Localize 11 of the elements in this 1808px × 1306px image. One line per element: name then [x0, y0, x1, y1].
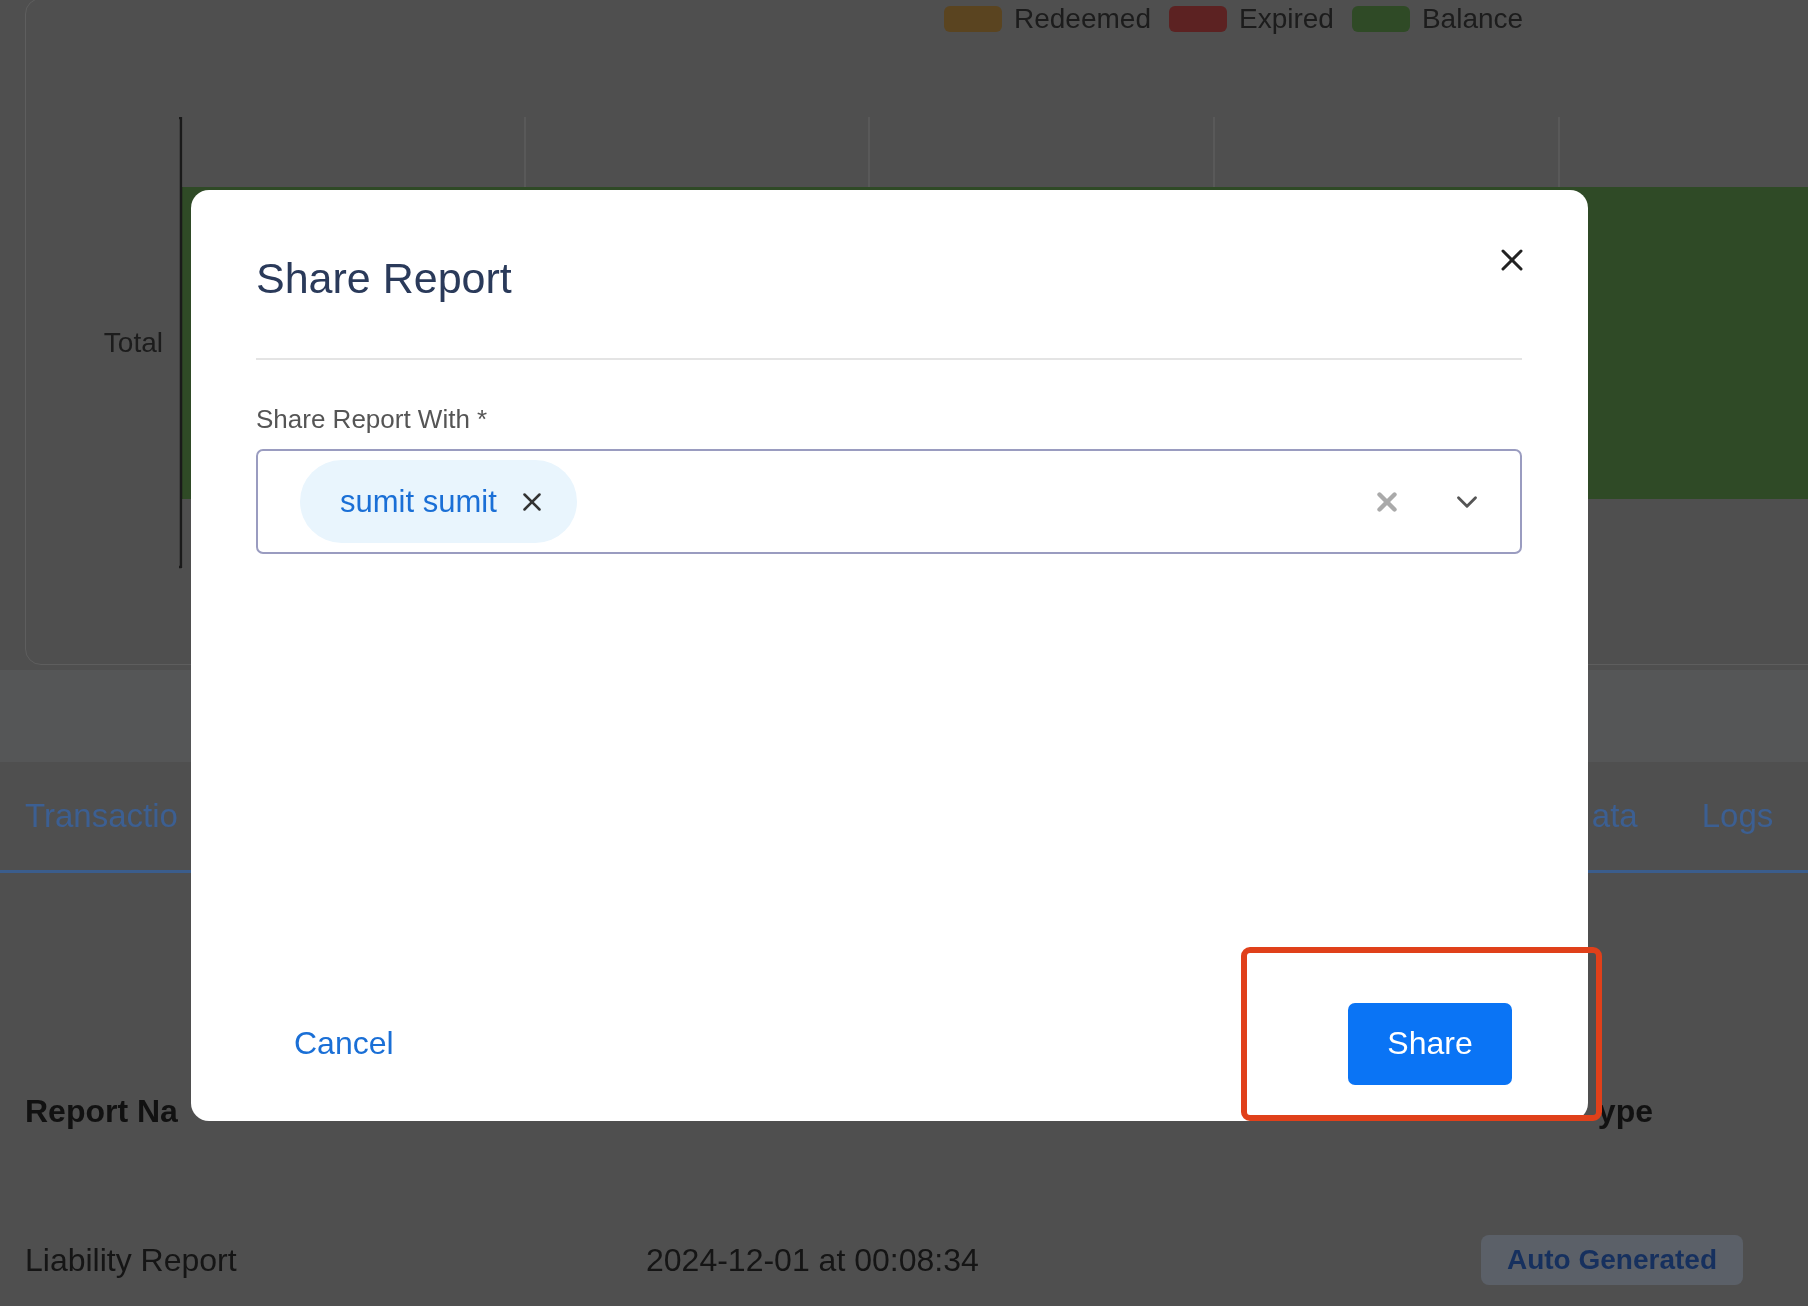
cancel-link[interactable]: Cancel [294, 1025, 394, 1062]
chip-label: sumit sumit [340, 483, 497, 520]
table-cell-text: Liability Report [25, 1241, 238, 1279]
recipient-select[interactable]: sumit sumit [256, 449, 1522, 554]
type-badge: Auto Generated [1480, 1235, 1743, 1285]
field-label: Share Report With * [256, 404, 489, 435]
column-header: Report Na [25, 1093, 178, 1130]
table-cell: 2024-12-01 at 00:08:34 [646, 1241, 979, 1279]
share-button[interactable]: Share [1348, 1002, 1512, 1085]
column-header: ype [1597, 1093, 1653, 1130]
dialog-title: Share Report [256, 252, 512, 303]
